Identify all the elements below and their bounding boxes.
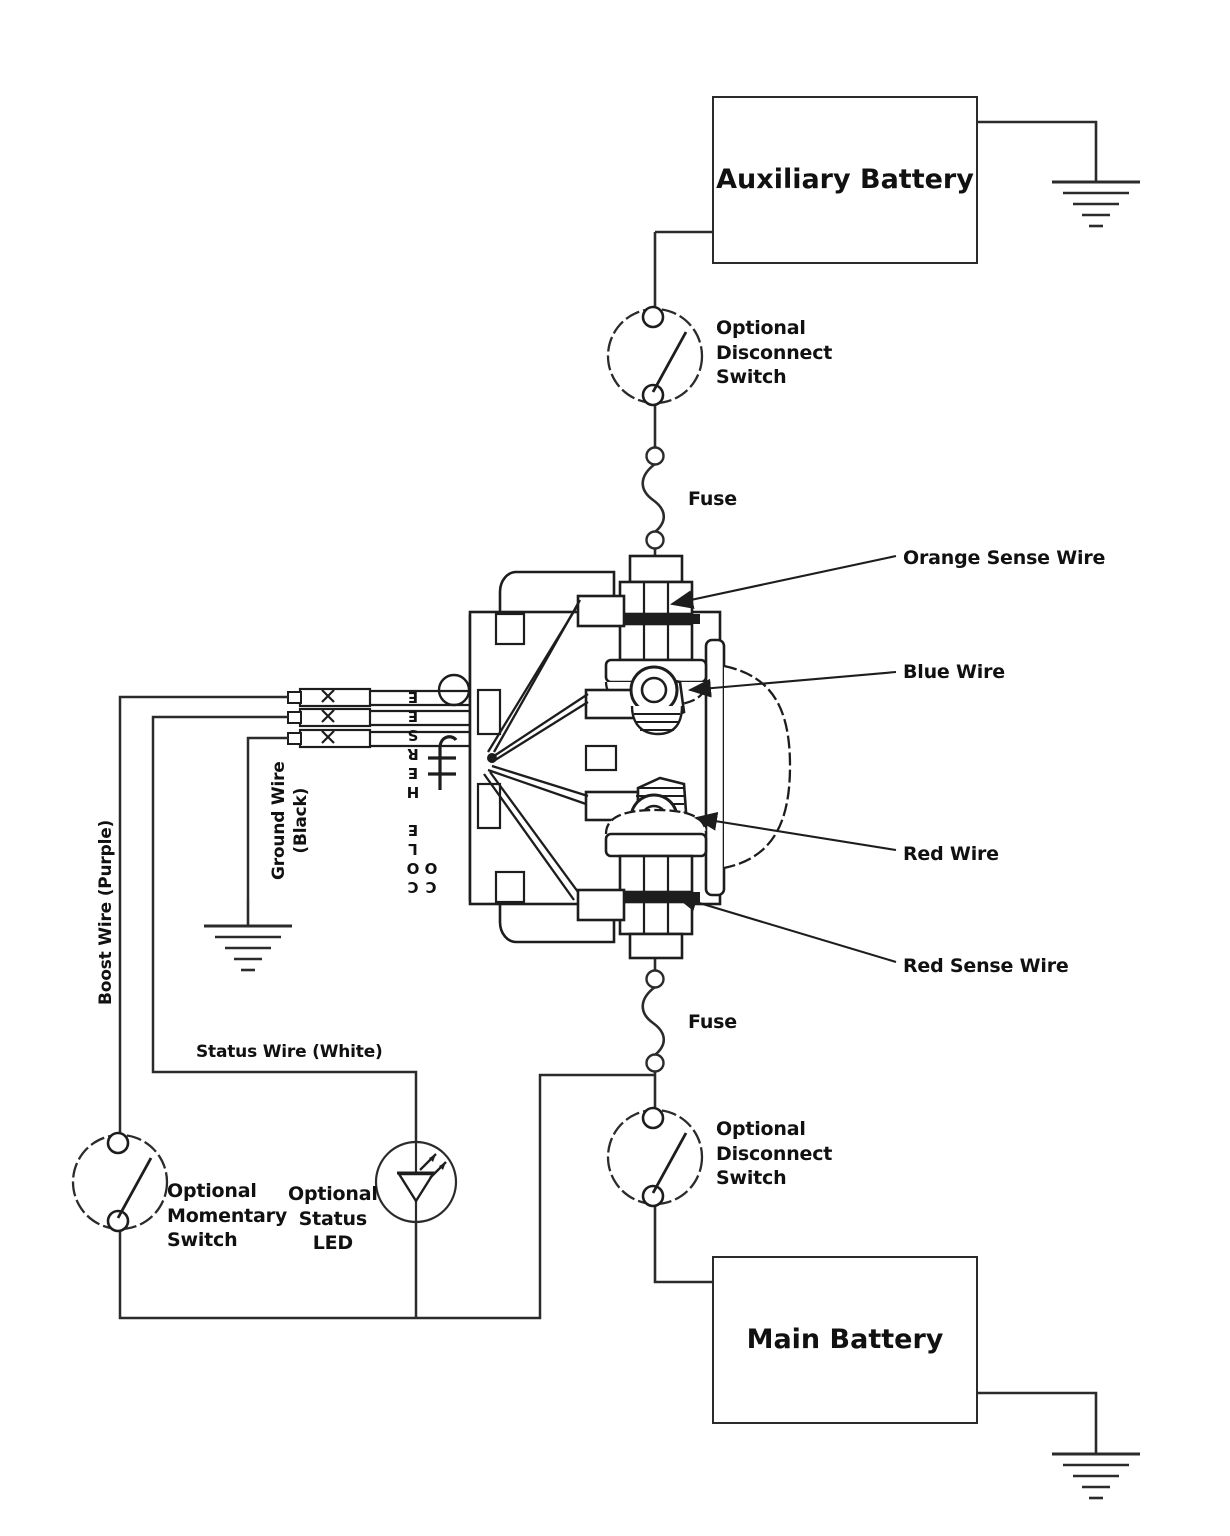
earth-ground-icon bbox=[1050, 154, 1142, 228]
diagram-canvas: Auxiliary Battery Main Battery COLE HERS… bbox=[0, 0, 1230, 1536]
earth-ground-icon bbox=[202, 898, 294, 972]
callout-red-sense-wire: Red Sense Wire bbox=[903, 955, 1069, 977]
fuse-squiggle-icon bbox=[641, 969, 666, 1073]
main-battery-ground-run bbox=[961, 1391, 1098, 1428]
main-battery-label: Main Battery bbox=[746, 1324, 944, 1356]
label-optional-status-led: Optional Status LED bbox=[288, 1183, 378, 1255]
auxiliary-battery-box: Auxiliary Battery bbox=[712, 96, 978, 264]
callout-orange-sense-wire: Orange Sense Wire bbox=[903, 547, 1106, 569]
rotary-disconnect-switch-icon[interactable] bbox=[606, 1106, 704, 1208]
earth-ground-icon bbox=[1050, 1426, 1142, 1500]
label-boost-wire-purple: Boost Wire (Purple) bbox=[96, 819, 116, 1005]
callout-blue-wire: Blue Wire bbox=[903, 661, 1005, 683]
callout-red-wire: Red Wire bbox=[903, 843, 999, 865]
rotary-disconnect-switch-icon[interactable] bbox=[71, 1131, 169, 1233]
wiring-vector-layer bbox=[71, 109, 1142, 1500]
label-optional-disconnect-switch-top: Optional Disconnect Switch bbox=[716, 317, 833, 389]
aux-battery-ground-run bbox=[961, 120, 1098, 156]
label-fuse-bottom: Fuse bbox=[688, 1011, 737, 1033]
label-status-wire-white: Status Wire (White) bbox=[196, 1042, 383, 1062]
auxiliary-battery-label: Auxiliary Battery bbox=[716, 164, 974, 196]
fuse-squiggle-icon bbox=[641, 446, 666, 550]
label-optional-disconnect-switch-bottom: Optional Disconnect Switch bbox=[716, 1118, 833, 1190]
rotary-disconnect-switch-icon[interactable] bbox=[606, 305, 704, 407]
solenoid-relay-icon bbox=[428, 554, 792, 960]
led-diode-icon[interactable] bbox=[374, 1140, 458, 1224]
label-fuse-top: Fuse bbox=[688, 488, 737, 510]
label-ground-wire-black: Ground Wire (Black) bbox=[269, 761, 312, 880]
label-optional-momentary-switch: Optional Momentary Switch bbox=[167, 1180, 288, 1252]
cole-hersee-brand-text: COLE HERSEE CO bbox=[404, 687, 440, 896]
main-battery-box: Main Battery bbox=[712, 1256, 978, 1424]
